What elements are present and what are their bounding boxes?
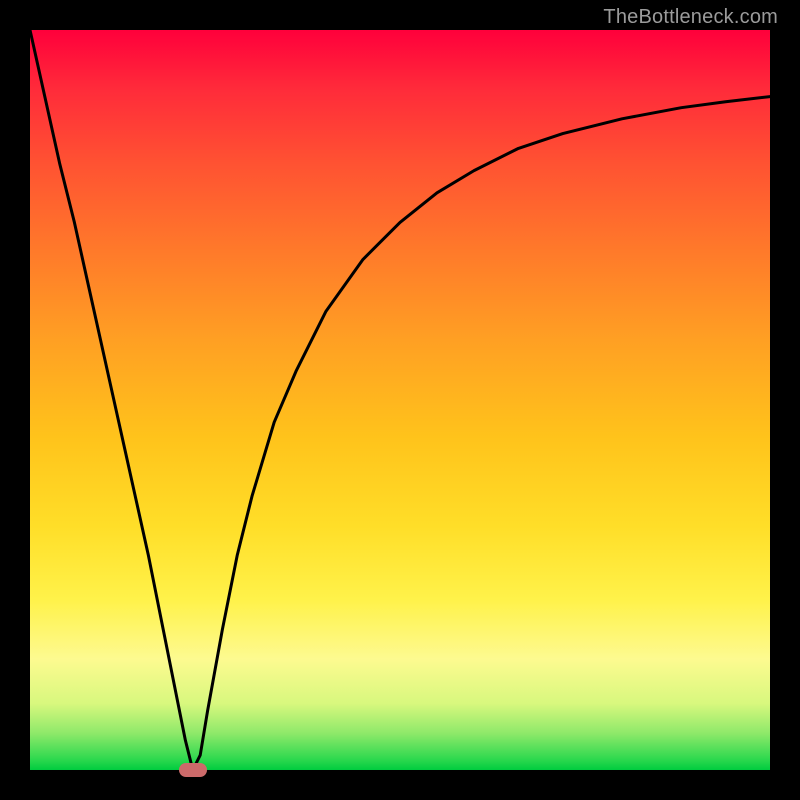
optimum-marker	[179, 763, 207, 777]
chart-frame: TheBottleneck.com	[0, 0, 800, 800]
bottleneck-curve	[30, 30, 770, 770]
plot-area	[30, 30, 770, 770]
watermark-text: TheBottleneck.com	[603, 6, 778, 29]
